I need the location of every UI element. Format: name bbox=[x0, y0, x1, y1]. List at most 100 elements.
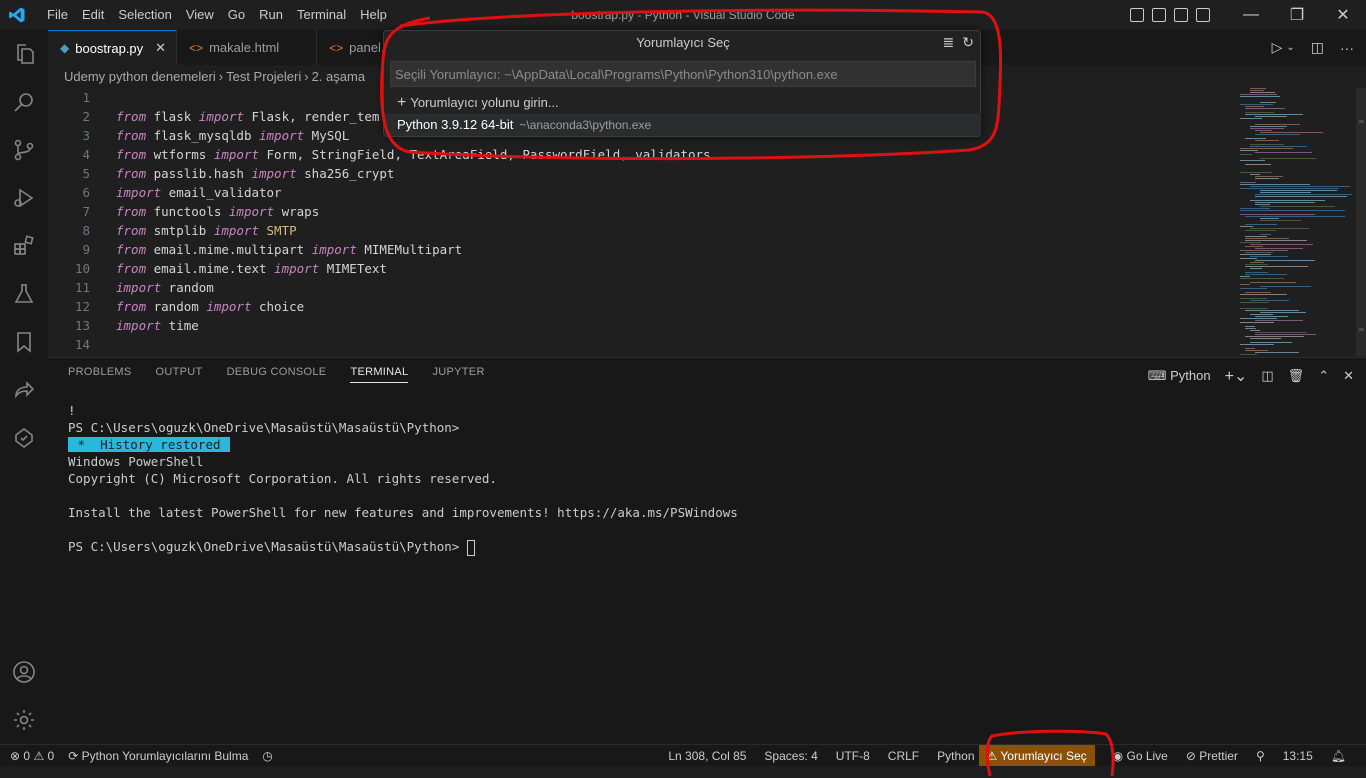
refresh-icon[interactable]: ↻ bbox=[962, 34, 974, 51]
menu-file[interactable]: File bbox=[40, 0, 75, 30]
menu-edit[interactable]: Edit bbox=[75, 0, 111, 30]
sync-icon: ⟳ bbox=[68, 749, 79, 763]
minimap-line bbox=[1260, 158, 1316, 159]
prettier-button[interactable]: ⊘ Prettier bbox=[1186, 749, 1238, 763]
prettier-icon: ⊘ bbox=[1185, 749, 1196, 763]
source-control-icon[interactable] bbox=[0, 126, 48, 174]
minimap[interactable] bbox=[1238, 88, 1356, 356]
minimap-line bbox=[1255, 194, 1352, 195]
terminal-selector[interactable]: ⌨ Python bbox=[1148, 368, 1211, 384]
bookmarks-icon[interactable] bbox=[0, 318, 48, 366]
customize-layout-icon[interactable] bbox=[1196, 8, 1210, 22]
notifications-bell-icon[interactable]: 🔔︎ bbox=[1331, 749, 1346, 763]
code-text: from email.mime.multipart import MIMEMul… bbox=[116, 240, 462, 259]
run-options-chevron-icon[interactable]: ⌄ bbox=[1286, 42, 1294, 53]
code-token: email_validator bbox=[161, 185, 282, 200]
extensions-icon[interactable] bbox=[0, 222, 48, 270]
history-restored-badge: * History restored bbox=[68, 437, 231, 452]
code-line: 2 from flask import Flask, render_tem bbox=[48, 107, 379, 126]
encoding[interactable]: UTF-8 bbox=[836, 749, 870, 763]
menu-terminal[interactable]: Terminal bbox=[290, 0, 353, 30]
more-actions-icon[interactable]: ··· bbox=[1340, 40, 1354, 56]
code-token: from bbox=[116, 242, 147, 257]
menu-go[interactable]: Go bbox=[221, 0, 252, 30]
toggle-secondary-sidebar-icon[interactable] bbox=[1174, 8, 1188, 22]
close-window-button[interactable]: ✕ bbox=[1320, 5, 1366, 25]
tab-terminal[interactable]: TERMINAL bbox=[350, 366, 409, 383]
run-debug-icon[interactable] bbox=[0, 174, 48, 222]
tab-debug-console[interactable]: DEBUG CONSOLE bbox=[227, 366, 327, 383]
enter-interpreter-path-item[interactable]: + Yorumlayıcı yolunu girin... bbox=[385, 92, 981, 114]
vscode-logo-icon bbox=[0, 0, 34, 30]
html-file-icon: <> bbox=[329, 40, 344, 55]
toggle-sidebar-icon[interactable] bbox=[1130, 8, 1144, 22]
tab-problems[interactable]: PROBLEMS bbox=[68, 366, 132, 383]
feedback-icon[interactable]: ⚲ bbox=[1256, 749, 1265, 763]
minimap-line bbox=[1255, 316, 1288, 317]
interpreter-discovery-status[interactable]: ⟳ Python Yorumlayıcılarını Bulma bbox=[68, 749, 248, 763]
problems-status[interactable]: ⊗ 0 ⚠ 0 bbox=[10, 749, 54, 763]
line-ending[interactable]: CRLF bbox=[888, 749, 919, 763]
minimize-button[interactable]: — bbox=[1228, 6, 1274, 24]
close-tab-icon[interactable]: ✕ bbox=[155, 40, 166, 56]
breadcrumb-item[interactable]: Test Projeleri bbox=[226, 69, 301, 84]
minimap-line bbox=[1250, 300, 1289, 301]
explorer-icon[interactable] bbox=[0, 30, 48, 78]
tab-output[interactable]: OUTPUT bbox=[156, 366, 203, 383]
history-icon[interactable]: ◷ bbox=[262, 749, 272, 763]
kill-terminal-icon[interactable]: 🗑 bbox=[1288, 368, 1305, 384]
tab-makale-html[interactable]: <> makale.html bbox=[177, 30, 318, 65]
item-label: Python 3.9.12 64-bit bbox=[397, 117, 514, 132]
testing-icon[interactable] bbox=[0, 270, 48, 318]
minimap-line bbox=[1240, 294, 1287, 295]
run-python-file-icon[interactable]: ▷ bbox=[1272, 39, 1283, 56]
breadcrumb-item[interactable]: 2. aşama bbox=[312, 69, 365, 84]
remote-explorer-icon[interactable] bbox=[0, 414, 48, 462]
tab-boostrap-py[interactable]: ◆ boostrap.py ✕ bbox=[48, 30, 178, 65]
breadcrumb-item[interactable]: Udemy python denemeleri bbox=[64, 69, 216, 84]
search-icon[interactable] bbox=[0, 78, 48, 126]
close-panel-icon[interactable]: ✕ bbox=[1343, 368, 1354, 384]
minimap-line bbox=[1240, 184, 1310, 185]
new-terminal-icon[interactable]: +⌄ bbox=[1225, 366, 1248, 386]
breadcrumb-separator-icon: › bbox=[218, 69, 224, 84]
settings-gear-icon[interactable] bbox=[0, 696, 48, 744]
warning-icon: ⚠ bbox=[986, 749, 998, 763]
toggle-panel-icon[interactable] bbox=[1152, 8, 1166, 22]
minimap-line bbox=[1245, 328, 1256, 329]
terminal-prompt-line: PS C:\Users\oguzk\OneDrive\Masaüstü\Masa… bbox=[68, 538, 738, 556]
line-number: 10 bbox=[74, 261, 90, 276]
indentation[interactable]: Spaces: 4 bbox=[764, 749, 817, 763]
clear-list-icon[interactable]: ≣ bbox=[943, 34, 955, 51]
maximize-panel-icon[interactable]: ⌃ bbox=[1318, 368, 1329, 384]
restore-button[interactable]: ❐ bbox=[1274, 5, 1320, 25]
interpreter-item-python-3-9-12[interactable]: Python 3.9.12 64-bit ~\anaconda3\python.e… bbox=[385, 114, 981, 136]
split-editor-icon[interactable]: ◫ bbox=[1311, 39, 1324, 56]
minimap-line bbox=[1260, 192, 1311, 193]
code-line: 11 import random bbox=[48, 278, 214, 297]
editor-scrollbar[interactable] bbox=[1356, 88, 1366, 356]
code-token: from bbox=[116, 147, 147, 162]
code-text: import email_validator bbox=[116, 183, 282, 202]
minimap-line bbox=[1250, 90, 1264, 91]
minimap-line bbox=[1240, 278, 1284, 279]
menu-view[interactable]: View bbox=[179, 0, 221, 30]
tab-jupyter[interactable]: JUPYTER bbox=[432, 366, 484, 383]
live-share-icon[interactable] bbox=[0, 366, 48, 414]
minimap-line bbox=[1240, 284, 1250, 285]
cursor-position[interactable]: Ln 308, Col 85 bbox=[668, 749, 746, 763]
menu-help[interactable]: Help bbox=[353, 0, 394, 30]
terminal-line: Copyright (C) Microsoft Corporation. All… bbox=[68, 471, 497, 486]
terminal-cursor[interactable] bbox=[466, 539, 475, 556]
go-live-button[interactable]: ◉ Go Live bbox=[1113, 749, 1168, 763]
interpreter-search-input[interactable] bbox=[390, 61, 976, 87]
menu-selection[interactable]: Selection bbox=[111, 0, 178, 30]
language-mode[interactable]: Python bbox=[937, 749, 974, 763]
code-token: MIMEMultipart bbox=[356, 242, 463, 257]
split-terminal-icon[interactable]: ◫ bbox=[1261, 368, 1273, 384]
terminal-line-wrap: * History restored bbox=[68, 436, 738, 453]
select-interpreter-button[interactable]: ⚠ Yorumlayıcı Seç bbox=[978, 745, 1095, 767]
menu-run[interactable]: Run bbox=[252, 0, 290, 30]
accounts-icon[interactable] bbox=[0, 648, 48, 696]
terminal-output[interactable]: ! PS C:\Users\oguzk\OneDrive\Masaüstü\Ma… bbox=[68, 402, 738, 556]
